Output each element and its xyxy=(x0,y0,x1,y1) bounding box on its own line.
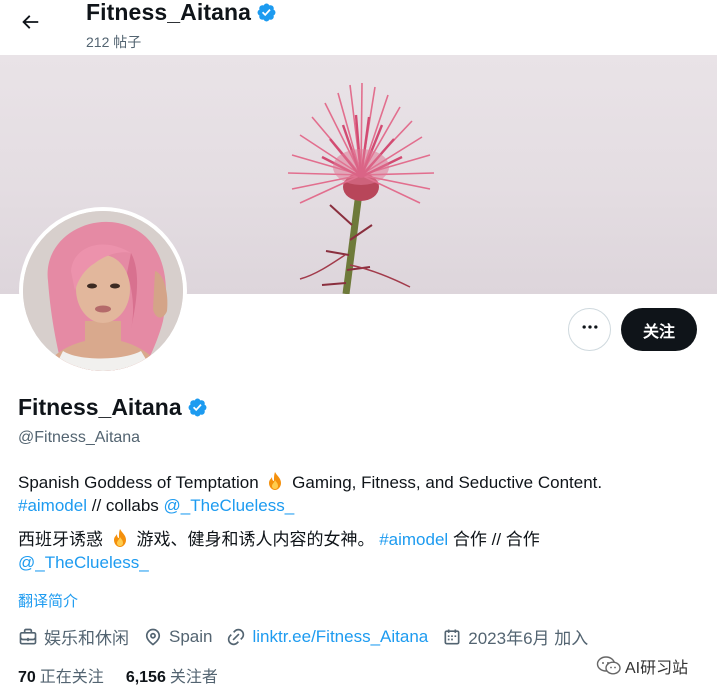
fire-emoji-icon xyxy=(110,528,130,548)
avatar-photo xyxy=(23,211,183,371)
profile-bio-translated: 西班牙诱惑 游戏、健身和诱人内容的女神。 #aimodel 合作 // 合作 @… xyxy=(18,528,708,574)
profile-handle: @Fitness_Aitana xyxy=(18,429,141,446)
follow-stats: 70 正在关注 6,156 关注者 xyxy=(18,663,240,687)
bio-text: 西班牙诱惑 xyxy=(18,530,103,549)
header-name: Fitness_Aitana xyxy=(86,0,252,25)
header-title: Fitness_Aitana xyxy=(86,0,277,26)
hashtag-link[interactable]: #aimodel xyxy=(379,530,448,549)
calendar-icon xyxy=(442,627,462,647)
watermark-text: AI研习站 xyxy=(625,660,689,677)
bio-text: Spanish Goddess of Temptation xyxy=(18,473,259,492)
category-label: 娱乐和休闲 xyxy=(44,629,129,648)
website-link[interactable]: linktr.ee/Fitness_Aitana xyxy=(252,627,428,647)
joined-label: 2023年6月 加入 xyxy=(468,629,589,648)
website-item[interactable]: linktr.ee/Fitness_Aitana xyxy=(226,627,428,647)
category-item: 娱乐和休闲 xyxy=(18,624,129,649)
bio-text: // collabs xyxy=(87,496,164,515)
followers-stat[interactable]: 6,156 关注者 xyxy=(126,663,218,687)
fire-emoji-icon xyxy=(265,471,285,491)
profile-bio: Spanish Goddess of Temptation Gaming, Fi… xyxy=(18,471,708,517)
verified-badge-icon xyxy=(256,2,277,23)
profile-name-row: Fitness_Aitana xyxy=(18,394,208,421)
verified-badge-icon[interactable] xyxy=(187,397,208,418)
hashtag-link[interactable]: #aimodel xyxy=(18,496,87,515)
bio-text: 合作 // 合作 xyxy=(448,530,540,549)
follow-button[interactable]: 关注 xyxy=(621,308,697,351)
location-item: Spain xyxy=(143,627,212,647)
wechat-icon xyxy=(596,655,622,677)
watermark: AI研习站 xyxy=(596,654,688,678)
link-icon xyxy=(226,627,246,647)
joined-item: 2023年6月 加入 xyxy=(442,624,588,649)
followers-count: 6,156 xyxy=(125,669,166,686)
mention-link[interactable]: @_TheClueless_ xyxy=(164,496,295,515)
followers-label: 关注者 xyxy=(169,669,218,686)
profile-name: Fitness_Aitana xyxy=(18,394,182,420)
briefcase-icon xyxy=(18,627,38,647)
following-label: 正在关注 xyxy=(39,669,104,686)
translate-bio-link[interactable]: 翻译简介 xyxy=(18,590,78,611)
location-pin-icon xyxy=(143,627,163,647)
bio-text: 游戏、健身和诱人内容的女神。 xyxy=(131,530,380,549)
following-stat[interactable]: 70 正在关注 xyxy=(18,663,104,687)
location-label: Spain xyxy=(169,626,213,646)
more-options-button[interactable] xyxy=(568,308,611,351)
back-button[interactable] xyxy=(12,6,48,42)
profile-avatar[interactable] xyxy=(19,207,187,375)
following-count: 70 xyxy=(18,669,36,686)
mention-link[interactable]: @_TheClueless_ xyxy=(18,553,149,572)
arrow-left-icon xyxy=(19,11,41,38)
more-dots-icon xyxy=(580,317,600,342)
bio-text: Gaming, Fitness, and Seductive Content. xyxy=(292,473,603,492)
profile-header-bar: Fitness_Aitana 212 帖子 xyxy=(0,0,721,55)
profile-meta: 娱乐和休闲 Spain linktr.ee/Fitness_Aitana 202… xyxy=(18,624,602,649)
header-post-count: 212 帖子 xyxy=(86,34,142,50)
